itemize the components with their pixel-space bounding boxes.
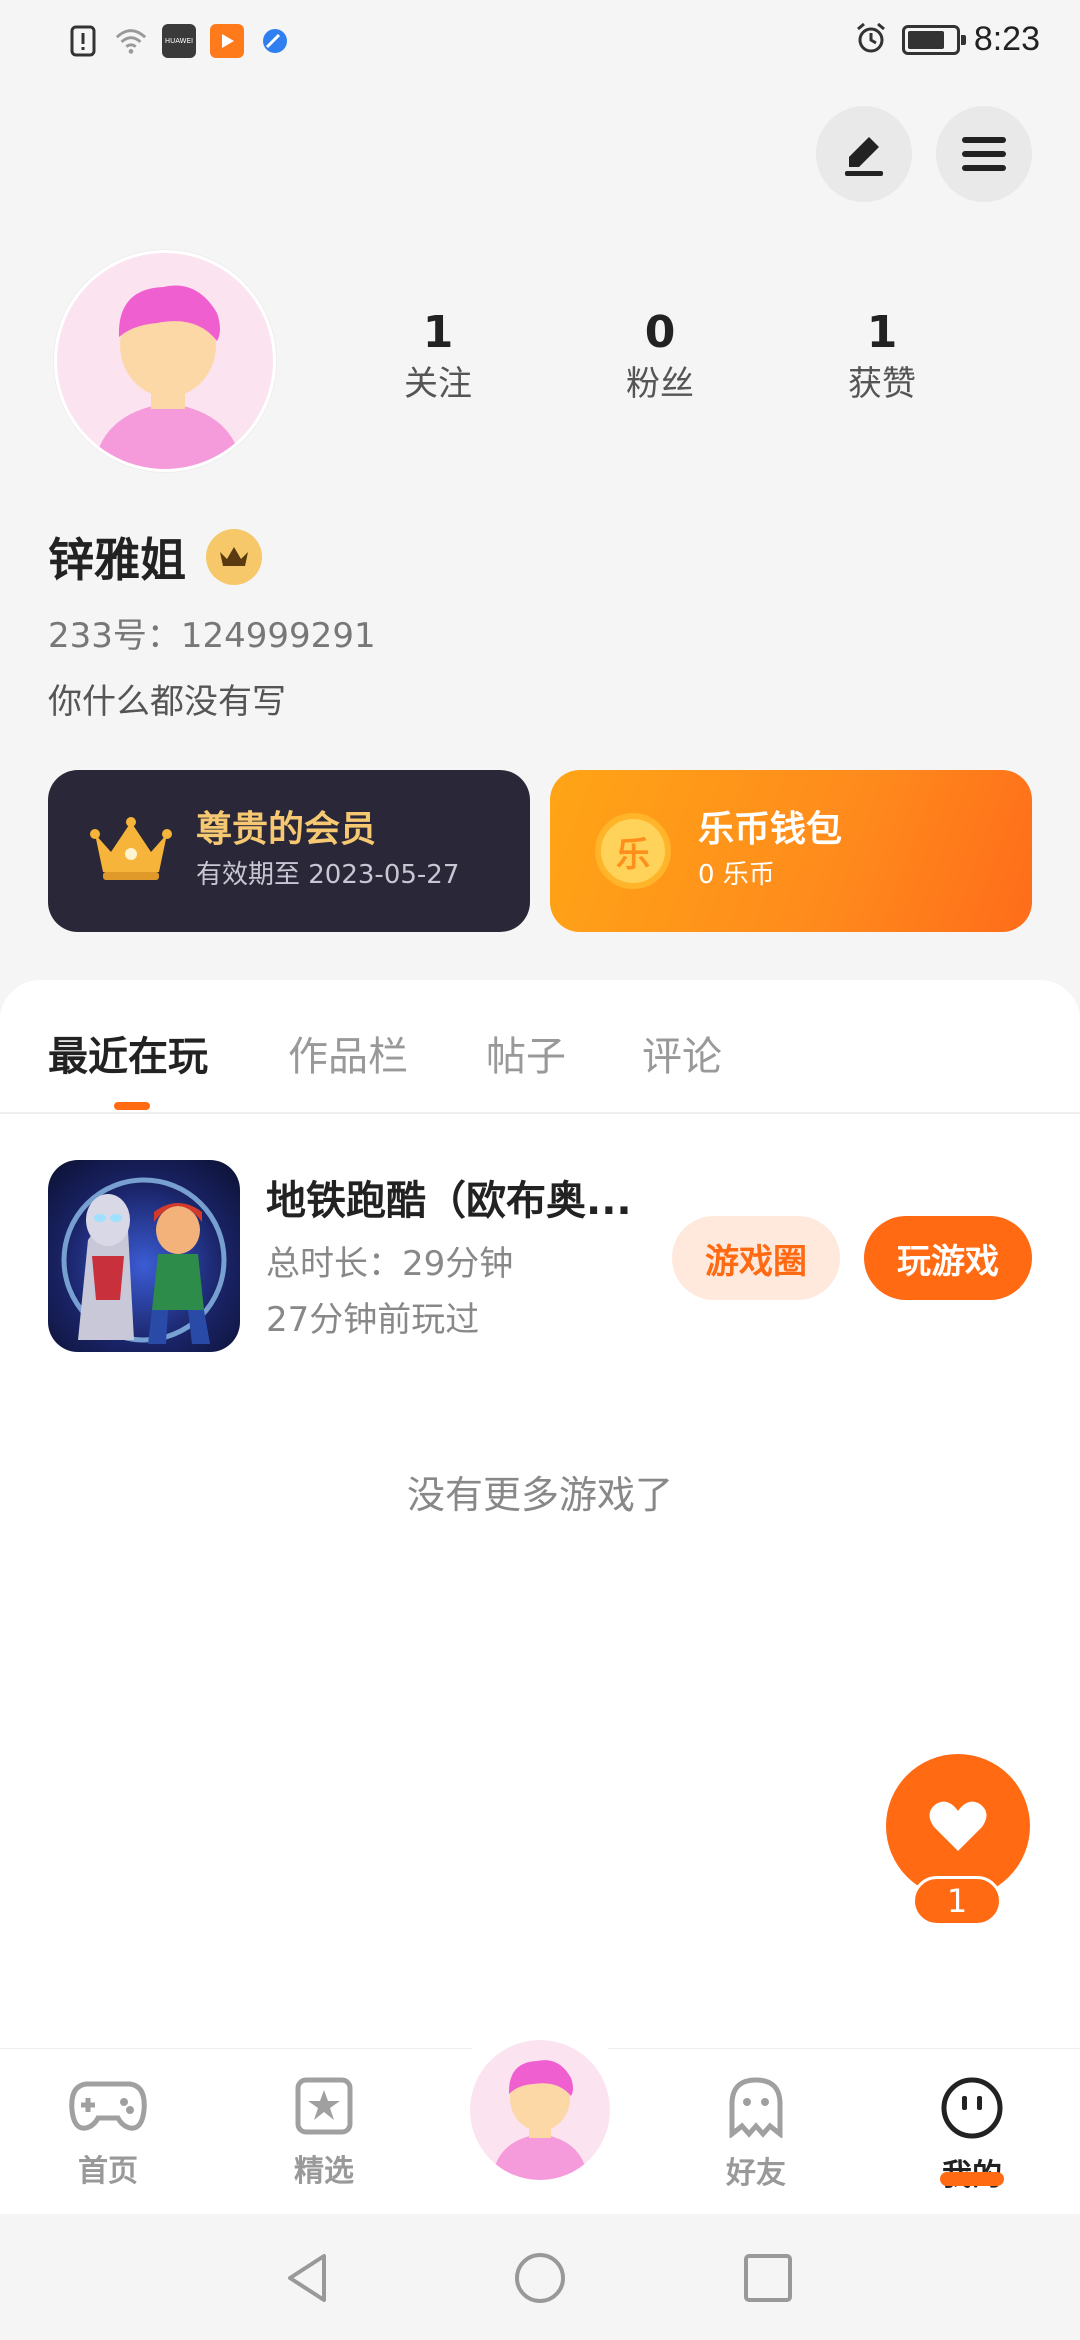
star-bookmark-icon [295,2077,353,2135]
following-label: 关注 [404,364,472,404]
tab-comments[interactable]: 评论 [642,1024,722,1082]
browser-icon [258,24,292,58]
list-item[interactable]: 地铁跑酷（欧布奥... 总时长：29分钟 27分钟前玩过 游戏圈 玩游戏 [0,1160,1080,1354]
nav-item-featured[interactable]: 精选 [244,2076,404,2190]
recents-icon[interactable] [740,2250,796,2306]
system-nav-bar [0,2214,1080,2340]
tab-recent-games[interactable]: 最近在玩 [48,1024,208,1082]
likes-count: 1 [866,307,898,358]
edit-profile-button[interactable] [816,106,912,202]
ghost-icon [729,2077,783,2140]
following-stat[interactable]: 1 关注 [358,305,518,407]
wallet-title: 乐币钱包 [698,809,843,850]
avatar-icon [492,2060,588,2180]
username: 锌雅姐 [48,533,186,587]
fans-count: 0 [644,307,676,358]
menu-button[interactable] [936,106,1032,202]
likes-label: 获赞 [848,364,916,404]
game-title: 地铁跑酷（欧布奥... [266,1178,632,1224]
profile-tabs: 最近在玩 作品栏 帖子 评论 [0,980,1080,1114]
menu-icon [962,137,1006,171]
status-left-icons: HUAWEI [66,24,292,58]
gamepad-icon [69,2081,147,2131]
wallet-balance: 0 乐币 [698,860,775,890]
user-id: 233号：124999291 [48,616,376,656]
game-last-played: 27分钟前玩过 [266,1300,480,1340]
fans-stat[interactable]: 0 粉丝 [580,305,740,407]
smiley-icon [941,2077,1003,2139]
home-icon[interactable] [512,2250,568,2306]
heart-icon [929,1801,987,1851]
vip-title: 尊贵的会员 [196,809,377,850]
username-row: 锌雅姐 [48,524,262,590]
nav-item-home[interactable]: 首页 [28,2076,188,2190]
wallet-card[interactable]: 乐 乐币钱包 0 乐币 [550,770,1032,932]
nav-label-friends: 好友 [726,2156,786,2191]
play-game-button[interactable]: 玩游戏 [864,1216,1032,1300]
status-bar: HUAWEI 8:23 [0,0,1080,90]
clock: 8:23 [973,20,1040,58]
status-right-icons: 8:23 [854,20,1040,59]
vip-expiry: 有效期至 2023-05-27 [196,860,460,890]
huawei-label: HUAWEI [164,37,194,45]
following-count: 1 [422,307,454,358]
nav-label-featured: 精选 [294,2154,354,2189]
tab-works[interactable]: 作品栏 [288,1024,408,1082]
huawei-store-icon: HUAWEI [162,24,196,58]
likes-stat[interactable]: 1 获赞 [802,305,962,407]
nav-label-home: 首页 [78,2154,138,2189]
nav-item-friends[interactable]: 好友 [676,2076,836,2192]
game-duration: 总时长：29分钟 [266,1244,514,1284]
alarm-icon [854,21,888,59]
active-nav-underline [940,2172,1004,2186]
active-tab-indicator [114,1102,150,1110]
back-icon[interactable] [280,2250,336,2306]
bio: 你什么都没有写 [48,682,286,722]
tab-posts[interactable]: 帖子 [486,1024,566,1082]
empty-list-text: 没有更多游戏了 [406,1473,673,1517]
video-app-icon [210,24,244,58]
fans-label: 粉丝 [626,364,694,404]
avatar[interactable] [54,250,276,472]
vip-card[interactable]: 尊贵的会员 有效期至 2023-05-27 [48,770,530,932]
battery-icon [901,24,966,55]
wifi-icon [114,24,148,58]
game-circle-button[interactable]: 游戏圈 [672,1216,840,1300]
vip-crown-icon [206,529,262,585]
edit-icon [845,137,883,176]
coin-icon: 乐 [595,813,671,889]
coin-icon-wrap: 乐 [590,808,676,894]
game-icon [48,1160,240,1352]
alert-icon [66,24,100,58]
nav-center-avatar[interactable] [470,2040,610,2180]
like-count-badge: 1 [912,1876,1002,1926]
avatar-image [93,285,243,469]
gold-crown-icon [88,808,174,894]
